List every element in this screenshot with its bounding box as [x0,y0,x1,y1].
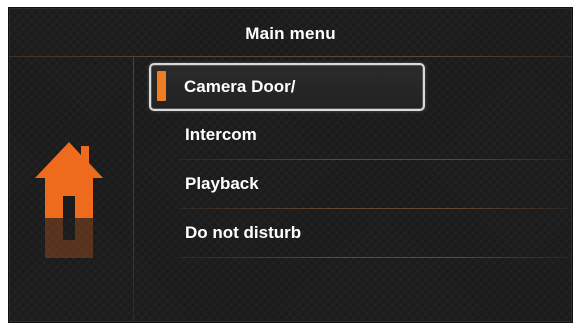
header-divider [9,56,572,57]
menu-item-label: Playback [185,174,259,193]
menu-item-do-not-disturb[interactable]: Do not disturb [149,209,569,258]
home-icon-reflection [45,218,93,258]
home-icon [35,142,103,218]
sidebar-home[interactable] [33,136,105,258]
menu-item-intercom[interactable]: Intercom [149,111,569,160]
menu-item-playback[interactable]: Playback [149,160,569,209]
menu-item-label: Intercom [185,125,257,144]
main-menu: Camera Door/ Intercom Playback Do not di… [149,63,569,258]
menu-item-camera-door[interactable]: Camera Door/ [149,63,425,111]
row-divider [179,257,569,258]
header: Main menu [9,8,572,57]
menu-item-label: Do not disturb [185,223,302,242]
sidebar-divider [133,57,134,322]
menu-item-label: Camera Door/ [184,76,296,96]
monitor-screen: Main menu Camera Door/ Intercom Playback… [8,7,573,323]
page-title: Main menu [245,23,336,43]
selection-marker [157,71,166,101]
